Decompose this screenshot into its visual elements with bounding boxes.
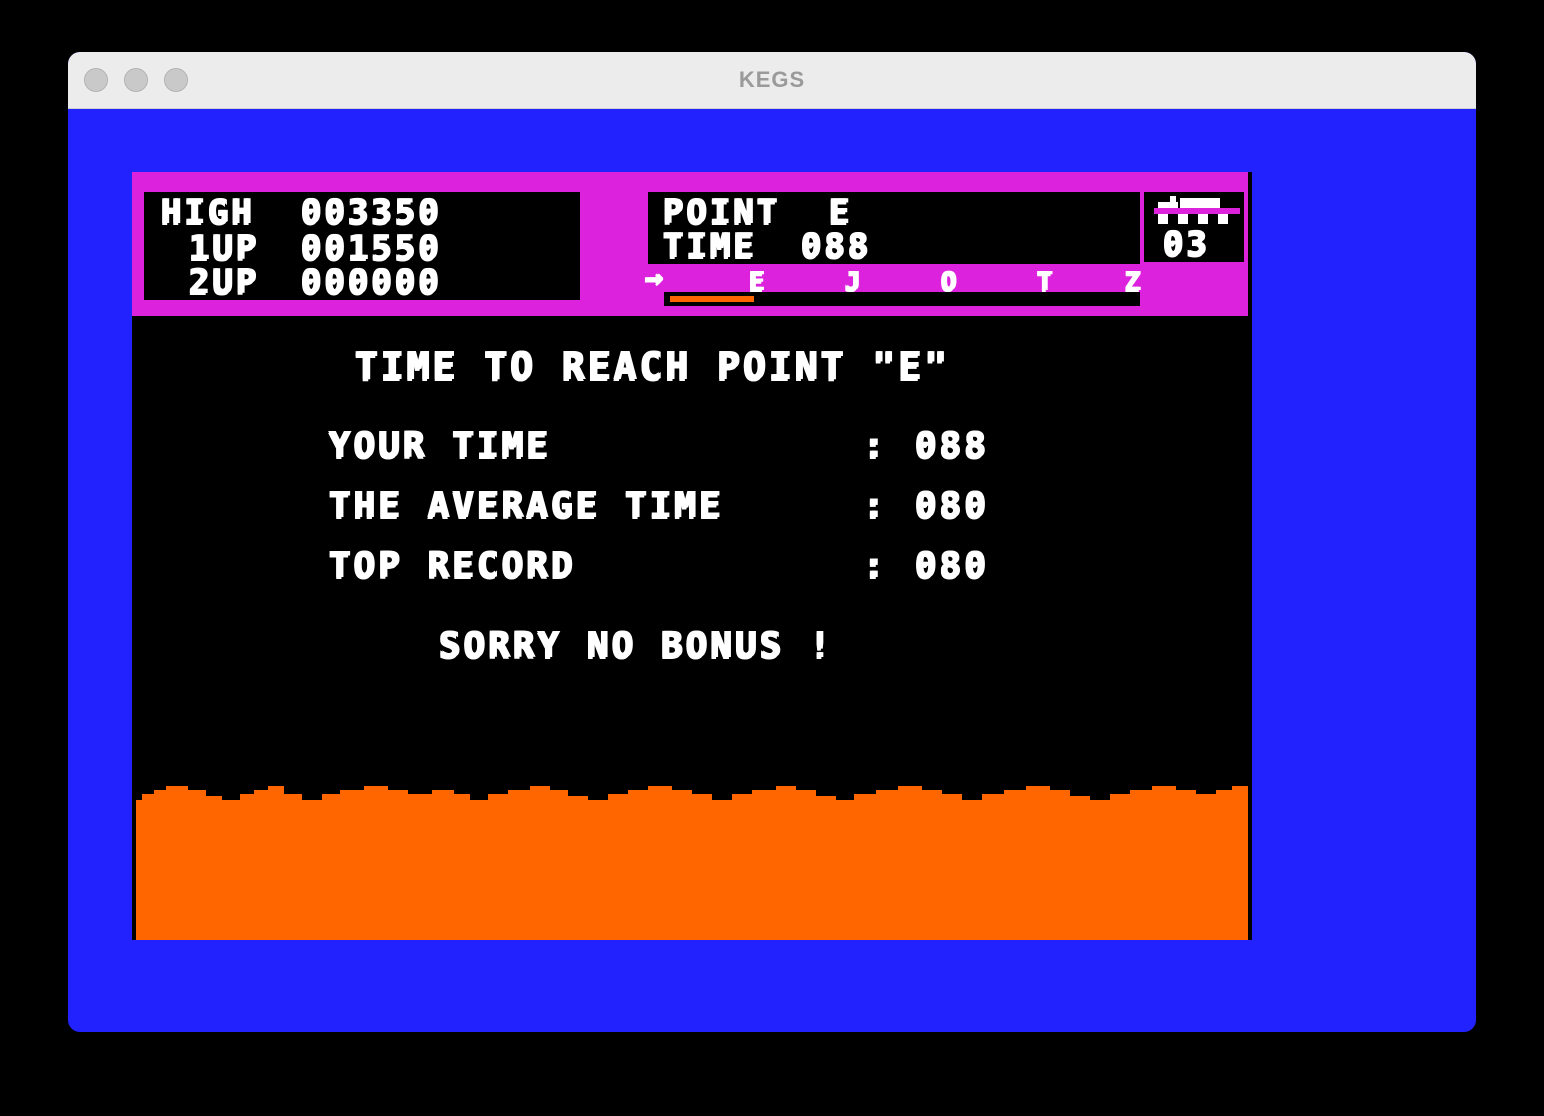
emulator-window: KEGS HIGH 003350 1UP 001550 2UP 000000 P…: [68, 52, 1476, 1032]
score-high-label: HIGH: [160, 192, 254, 232]
hud-panel: HIGH 003350 1UP 001550 2UP 000000 POINT …: [132, 172, 1248, 316]
top-record-label: TOP RECORD: [328, 545, 575, 586]
score-2up-value: 000000: [300, 262, 441, 302]
your-time-value: 088: [914, 425, 989, 466]
course-marker: →: [644, 260, 666, 295]
lives-count: 03: [1162, 224, 1209, 264]
average-time-value: 080: [914, 485, 989, 526]
top-record-value: 080: [914, 545, 989, 586]
window-title: KEGS: [738, 67, 806, 92]
buggy-icon: [1154, 196, 1240, 224]
score-high-value: 003350: [300, 192, 441, 232]
time-value: 088: [800, 226, 871, 266]
bonus-message: SORRY NO BONUS !: [438, 625, 833, 666]
score-1up-label: 1UP: [188, 228, 259, 268]
top-record-sep: :: [862, 545, 887, 586]
lives-box: 03: [1144, 192, 1244, 262]
results-heading: TIME TO REACH POINT "E": [354, 344, 950, 388]
average-time-sep: :: [862, 485, 887, 526]
point-time-box: POINT E TIME 088: [648, 192, 1140, 264]
lunar-ground: [136, 786, 1248, 940]
title-bar: KEGS: [68, 52, 1476, 109]
score-1up-value: 001550: [300, 228, 441, 268]
time-label: TIME: [662, 226, 756, 266]
game-screen[interactable]: HIGH 003350 1UP 001550 2UP 000000 POINT …: [132, 172, 1252, 940]
point-value: E: [828, 192, 852, 232]
progress-fill: [670, 296, 754, 302]
your-time-sep: :: [862, 425, 887, 466]
progress-track: [664, 292, 1140, 306]
score-2up-label: 2UP: [188, 262, 259, 302]
point-label: POINT: [662, 192, 780, 232]
your-time-label: YOUR TIME: [328, 425, 551, 466]
scores-box: HIGH 003350 1UP 001550 2UP 000000: [144, 192, 580, 300]
average-time-label: THE AVERAGE TIME: [328, 485, 723, 526]
